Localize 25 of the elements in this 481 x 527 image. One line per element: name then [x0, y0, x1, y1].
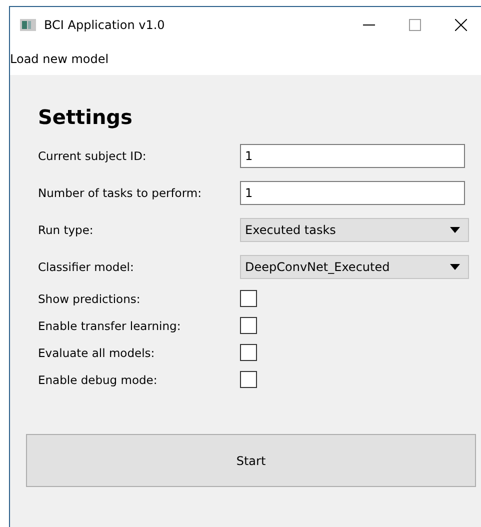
checkbox[interactable] — [240, 344, 257, 361]
field-label: Classifier model: — [38, 260, 135, 274]
field-label: Show predictions: — [38, 292, 142, 306]
field-label: Number of tasks to perform: — [38, 186, 202, 200]
dropdown[interactable]: Executed tasks — [240, 218, 469, 242]
input-field[interactable]: 1 — [240, 180, 465, 204]
input-field[interactable]: 1 — [240, 144, 465, 168]
field-label: Evaluate all models: — [38, 346, 156, 360]
checkbox[interactable] — [240, 290, 257, 307]
field-label: Enable transfer learning: — [38, 318, 182, 332]
checkbox[interactable] — [240, 371, 257, 388]
dropdown[interactable]: DeepConvNet_Executed — [240, 254, 469, 278]
field-label: Run type: — [38, 222, 94, 236]
caret-icon — [450, 264, 460, 270]
window-title: BCI Application v1.0 — [44, 18, 165, 32]
app-icon — [20, 19, 36, 31]
caret-icon — [450, 226, 460, 232]
start-button[interactable]: Start — [26, 434, 476, 487]
maximize-icon[interactable] — [409, 19, 421, 31]
field-label: Current subject ID: — [38, 148, 148, 162]
close-icon[interactable] — [455, 19, 467, 31]
checkbox[interactable] — [240, 317, 257, 334]
menu-item[interactable]: Load new model — [10, 52, 109, 66]
field-label: Enable debug mode: — [38, 372, 158, 386]
settings-heading: Settings — [38, 105, 134, 129]
